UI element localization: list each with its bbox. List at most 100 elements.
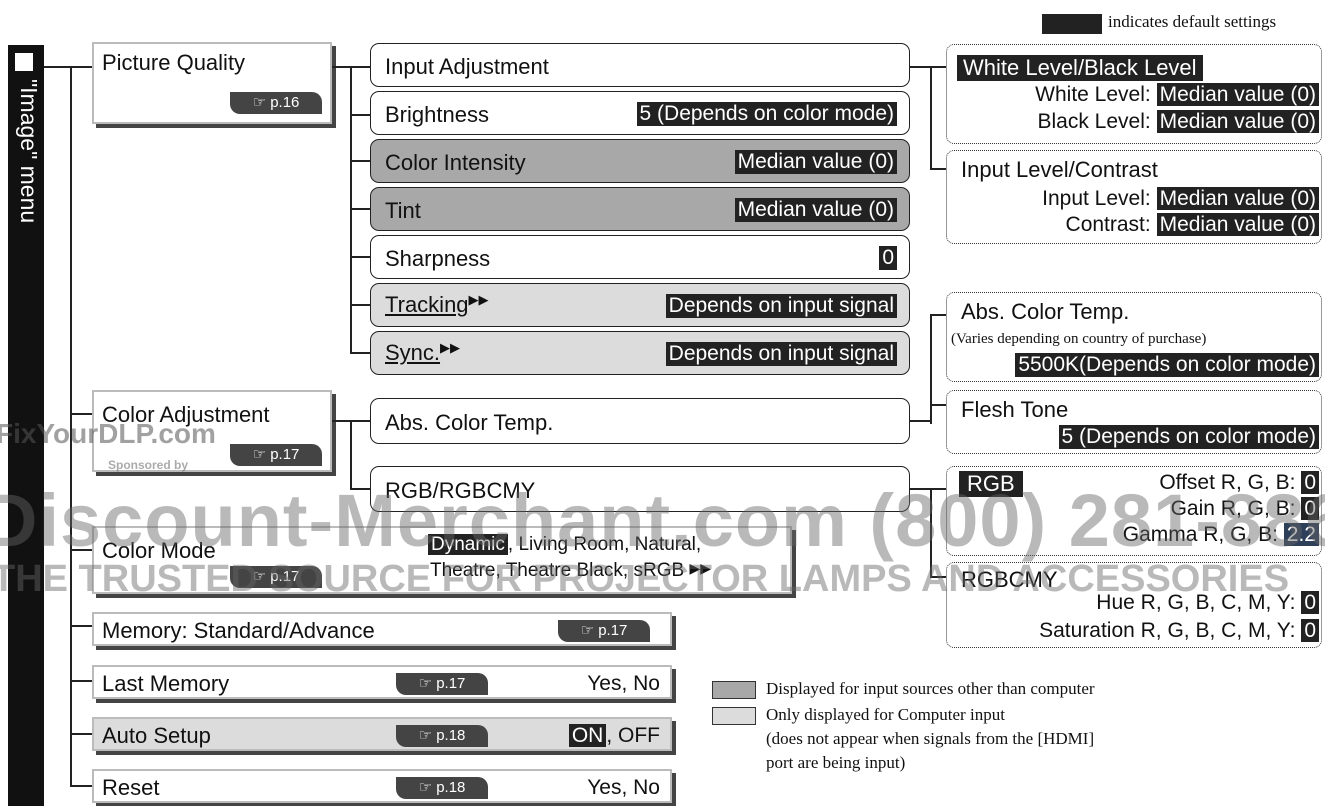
l3-connector xyxy=(910,66,930,68)
sync-label: Sync. xyxy=(385,340,441,365)
brightness-default: 5 (Depends on color mode) xyxy=(636,102,897,126)
sync-item[interactable]: Sync.▶▶ Depends on input signal xyxy=(370,331,910,375)
brightness-item[interactable]: Brightness 5 (Depends on color mode) xyxy=(370,91,910,135)
branch xyxy=(930,314,946,316)
color-intensity-default: Median value (0) xyxy=(734,150,897,174)
page-ref: ☞ p.18 xyxy=(396,777,488,799)
last-memory-label: Last Memory xyxy=(102,671,230,696)
branch xyxy=(930,66,946,68)
contrast-default: Median value (0) xyxy=(1156,213,1319,236)
flesh-tone-panel: Flesh Tone 5 (Depends on color mode) xyxy=(946,390,1322,454)
default-legend-text: indicates default settings xyxy=(1108,12,1277,31)
hue-default: 0 xyxy=(1301,591,1319,614)
pq-connector xyxy=(332,66,350,68)
abs-color-temp-default: 5500K(Depends on color mode) xyxy=(1015,353,1319,377)
ca-connector xyxy=(332,420,350,422)
branch xyxy=(930,168,946,170)
memory-item[interactable]: Memory: Standard/Advance ☞ p.17 xyxy=(92,612,672,646)
l3-connector xyxy=(910,420,930,422)
input-level-contrast-title: Input Level/Contrast xyxy=(961,157,1158,182)
last-memory-item[interactable]: Last Memory ☞ p.17 Yes, No xyxy=(92,665,672,699)
branch xyxy=(350,352,370,354)
white-black-level-title: White Level/Black Level xyxy=(957,55,1203,81)
branch xyxy=(70,785,92,787)
branch xyxy=(350,256,370,258)
glossary-arrow-icon: ▶▶ xyxy=(440,340,461,355)
branch xyxy=(350,160,370,162)
reset-item[interactable]: Reset ☞ p.18 Yes, No xyxy=(92,769,672,803)
tint-default: Median value (0) xyxy=(734,198,897,222)
trunk-connector xyxy=(44,66,70,68)
tint-label: Tint xyxy=(385,198,421,223)
input-level-row: Input Level: Median value (0) xyxy=(1042,187,1319,211)
watermark-site: FixYourDLP.com xyxy=(0,418,216,449)
tint-item[interactable]: Tint Median value (0) xyxy=(370,187,910,231)
branch xyxy=(350,66,370,68)
input-level-default: Median value (0) xyxy=(1156,187,1319,210)
abs-color-temp-note: (Varies depending on country of purchase… xyxy=(951,331,1207,347)
branch xyxy=(70,413,92,415)
branch xyxy=(350,208,370,210)
default-swatch xyxy=(1042,14,1102,34)
page-ref: ☞ p.17 xyxy=(558,620,650,642)
input-adjustment-item[interactable]: Input Adjustment xyxy=(370,43,910,87)
watermark-big: Discount-Merchant.com (800) 281-8860 xyxy=(0,479,1325,562)
branch xyxy=(350,420,370,422)
abs-color-temp-panel: Abs. Color Temp. (Varies depending on co… xyxy=(946,292,1322,382)
legend-light-text: Only displayed for Computer input xyxy=(766,705,1005,724)
watermark-sponsor: Sponsored by xyxy=(108,458,189,472)
auto-setup-item[interactable]: Auto Setup ☞ p.18 ON, OFF xyxy=(92,717,672,751)
legend-light-note1: (does not appear when signals from the [… xyxy=(766,729,1095,748)
light-swatch xyxy=(712,707,756,725)
auto-setup-values: ON, OFF xyxy=(568,724,660,748)
abs-color-temp-title: Abs. Color Temp. xyxy=(961,299,1130,324)
sync-default: Depends on input signal xyxy=(665,342,897,366)
picture-quality-item[interactable]: Picture Quality ☞ p.16 xyxy=(92,42,332,124)
l3-trunk xyxy=(930,314,932,424)
color-intensity-label: Color Intensity xyxy=(385,150,526,175)
tracking-label-wrap: Tracking▶▶ xyxy=(385,292,489,318)
memory-label: Memory: Standard/Advance xyxy=(102,618,375,643)
page-ref: ☞ p.17 xyxy=(230,444,322,466)
last-memory-values: Yes, No xyxy=(587,672,660,695)
sharpness-item[interactable]: Sharpness 0 xyxy=(370,235,910,279)
black-level-row: Black Level: Median value (0) xyxy=(1038,110,1319,134)
tracking-item[interactable]: Tracking▶▶ Depends on input signal xyxy=(370,283,910,327)
picture-quality-label: Picture Quality xyxy=(102,50,246,75)
flesh-tone-title: Flesh Tone xyxy=(961,397,1069,422)
default-legend: indicates default settings xyxy=(1042,12,1312,34)
branch xyxy=(70,733,92,735)
page-ref: ☞ p.17 xyxy=(396,673,488,695)
watermark-tagline: THE TRUSTED SOURCE FOR PROJECTOR LAMPS A… xyxy=(0,558,1290,600)
auto-setup-label: Auto Setup xyxy=(102,723,211,748)
sharpness-label: Sharpness xyxy=(385,246,491,271)
default-value: ON xyxy=(568,724,607,747)
menu-side-title: "Image" menu xyxy=(16,79,42,224)
reset-label: Reset xyxy=(102,775,160,800)
legend-light-note2: port are being input) xyxy=(766,753,906,772)
l3-trunk xyxy=(930,66,932,168)
tracking-default: Depends on input signal xyxy=(665,294,897,318)
branch xyxy=(930,404,946,406)
sync-label-wrap: Sync.▶▶ xyxy=(385,340,460,366)
menu-bullet-icon xyxy=(15,53,33,71)
saturation-default: 0 xyxy=(1301,619,1319,642)
contrast-row: Contrast: Median value (0) xyxy=(1066,213,1319,237)
reset-values: Yes, No xyxy=(587,776,660,799)
input-adjustment-label: Input Adjustment xyxy=(385,54,549,79)
abs-color-temp-label: Abs. Color Temp. xyxy=(385,410,554,435)
abs-color-temp-item[interactable]: Abs. Color Temp. xyxy=(370,398,910,444)
sharpness-default: 0 xyxy=(879,246,897,270)
tracking-label: Tracking xyxy=(385,292,469,317)
input-level-contrast-panel: Input Level/Contrast Input Level: Median… xyxy=(946,150,1322,244)
flesh-tone-default: 5 (Depends on color mode) xyxy=(1058,425,1319,449)
gray-swatch xyxy=(712,681,756,699)
white-black-level-panel: White Level/Black Level White Level: Med… xyxy=(946,44,1322,144)
white-level-row: White Level: Median value (0) xyxy=(1035,83,1319,107)
glossary-arrow-icon: ▶▶ xyxy=(468,292,489,307)
color-intensity-item[interactable]: Color Intensity Median value (0) xyxy=(370,139,910,183)
legend-gray: Displayed for input sources other than c… xyxy=(712,679,1312,701)
branch xyxy=(350,304,370,306)
legend-light: Only displayed for Computer input (does … xyxy=(712,705,1312,795)
legend-gray-text: Displayed for input sources other than c… xyxy=(766,679,1095,698)
